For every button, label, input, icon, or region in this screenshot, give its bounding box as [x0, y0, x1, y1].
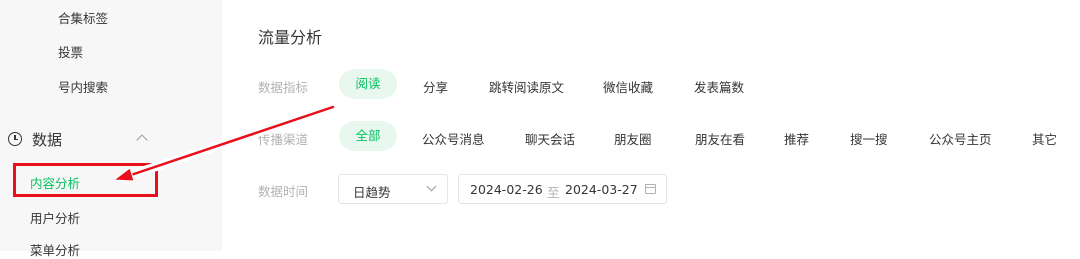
- sidebar-item-menu-analysis[interactable]: 菜单分析: [30, 240, 80, 259]
- channel-option-account-home[interactable]: 公众号主页: [929, 129, 992, 148]
- channel-option-account-message[interactable]: 公众号消息: [422, 129, 485, 148]
- channel-option-other[interactable]: 其它: [1032, 129, 1057, 148]
- channel-option-moments[interactable]: 朋友圈: [614, 129, 652, 148]
- channels-label: 传播渠道: [258, 132, 309, 147]
- channel-option-all[interactable]: 全部: [339, 121, 397, 151]
- sidebar-group-label: 数据: [32, 131, 63, 149]
- sidebar: 合集标签 投票 号内搜索 数据 内容分析 用户分析 菜单分析: [0, 0, 222, 258]
- time-label: 数据时间: [258, 184, 309, 199]
- sidebar-item-in-account-search[interactable]: 号内搜索: [58, 77, 108, 96]
- date-range-picker[interactable]: 2024-02-26 至 2024-03-27: [458, 174, 667, 204]
- date-separator: 至: [547, 185, 560, 200]
- date-end: 2024-03-27: [565, 182, 638, 197]
- metrics-label: 数据指标: [258, 80, 309, 95]
- sidebar-item-collection-tags[interactable]: 合集标签: [58, 8, 108, 27]
- sidebar-item-vote[interactable]: 投票: [58, 42, 83, 61]
- chevron-down-icon: [426, 181, 437, 192]
- sidebar-item-user-analysis[interactable]: 用户分析: [30, 208, 80, 227]
- metric-option-favorite[interactable]: 微信收藏: [603, 77, 653, 96]
- metric-option-post-count[interactable]: 发表篇数: [694, 77, 744, 96]
- channel-option-chat[interactable]: 聊天会话: [525, 129, 575, 148]
- calendar-icon[interactable]: [645, 184, 656, 194]
- trend-mode-select[interactable]: 日趋势: [338, 174, 448, 204]
- channel-option-recommend[interactable]: 推荐: [784, 129, 809, 148]
- channel-option-search[interactable]: 搜一搜: [850, 129, 888, 148]
- trend-mode-value: 日趋势: [353, 185, 391, 200]
- metric-option-share[interactable]: 分享: [423, 77, 448, 96]
- clock-icon: [8, 132, 22, 146]
- metric-option-read[interactable]: 阅读: [339, 69, 397, 99]
- sidebar-group-data[interactable]: 数据: [8, 129, 222, 151]
- page-title: 流量分析: [258, 28, 323, 47]
- metric-option-jump-original[interactable]: 跳转阅读原文: [489, 77, 564, 96]
- annotation-highlight-box: [13, 163, 158, 197]
- channel-option-friends-watching[interactable]: 朋友在看: [695, 129, 745, 148]
- chevron-up-icon[interactable]: [136, 134, 148, 146]
- date-start: 2024-02-26: [470, 182, 543, 197]
